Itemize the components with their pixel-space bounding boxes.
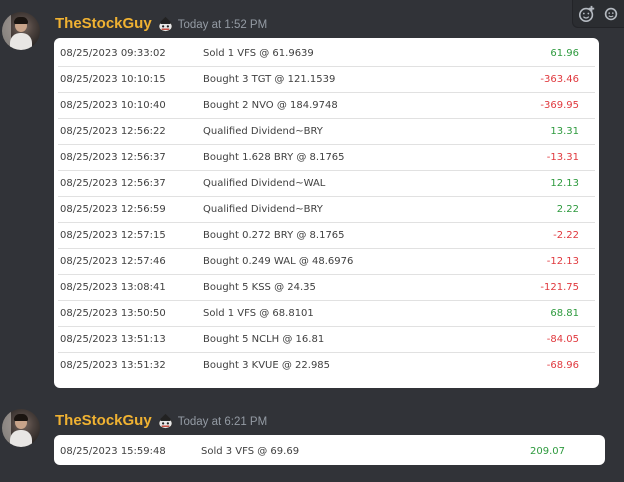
row-date: 08/25/2023 13:50:50 — [60, 308, 166, 319]
table-row: 08/25/2023 13:50:50 Sold 1 VFS @ 68.8101 6… — [58, 300, 595, 326]
row-description: Bought 1.628 BRY @ 8.1765 — [203, 152, 345, 163]
row-description: Bought 5 KSS @ 24.35 — [203, 282, 316, 293]
row-date: 08/25/2023 13:08:41 — [60, 282, 166, 293]
row-amount: 61.96 — [550, 48, 579, 59]
message-header: TheStockGuy Today at 6:21 PM — [55, 411, 267, 430]
role-badge-icon[interactable] — [156, 411, 175, 430]
table-row: 08/25/2023 12:57:46 Bought 0.249 WAL @ 48… — [58, 248, 595, 274]
row-amount: -12.13 — [546, 256, 579, 267]
row-amount: -121.75 — [540, 282, 579, 293]
table-row: 08/25/2023 15:59:48 Sold 3 VFS @ 69.69 209… — [58, 438, 601, 464]
table-row: 08/25/2023 10:10:40 Bought 2 NVO @ 184.97… — [58, 92, 595, 118]
transactions-table: 08/25/2023 15:59:48 Sold 3 VFS @ 69.69 209… — [54, 435, 605, 465]
row-date: 08/25/2023 10:10:40 — [60, 100, 166, 111]
row-date: 08/25/2023 12:56:37 — [60, 178, 166, 189]
row-description: Bought 2 NVO @ 184.9748 — [203, 100, 338, 111]
row-date: 08/25/2023 13:51:32 — [60, 360, 166, 371]
table-row: 08/25/2023 12:56:59 Qualified Dividend~BR… — [58, 196, 595, 222]
table-row: 08/25/2023 12:56:37 Bought 1.628 BRY @ 8.… — [58, 144, 595, 170]
row-date: 08/25/2023 12:56:37 — [60, 152, 166, 163]
table-row: 08/25/2023 12:56:22 Qualified Dividend~BR… — [58, 118, 595, 144]
row-description: Sold 1 VFS @ 61.9639 — [203, 48, 314, 59]
avatar[interactable] — [2, 12, 40, 50]
row-description: Sold 1 VFS @ 68.8101 — [203, 308, 314, 319]
message-timestamp[interactable]: Today at 1:52 PM — [178, 19, 268, 31]
row-amount: -2.22 — [553, 230, 579, 241]
row-description: Qualified Dividend~BRY — [203, 204, 323, 215]
table-row: 08/25/2023 13:51:13 Bought 5 NCLH @ 16.81… — [58, 326, 595, 352]
row-amount: -369.95 — [540, 100, 579, 111]
row-amount: -363.46 — [540, 74, 579, 85]
row-date: 08/25/2023 12:56:22 — [60, 126, 166, 137]
row-description: Bought 0.249 WAL @ 48.6976 — [203, 256, 354, 267]
row-amount: -84.05 — [546, 334, 579, 345]
message-timestamp[interactable]: Today at 6:21 PM — [178, 416, 268, 428]
row-date: 08/25/2023 09:33:02 — [60, 48, 166, 59]
row-date: 08/25/2023 10:10:15 — [60, 74, 166, 85]
table-row: 08/25/2023 10:10:15 Bought 3 TGT @ 121.15… — [58, 66, 595, 92]
row-date: 08/25/2023 13:51:13 — [60, 334, 166, 345]
avatar[interactable] — [2, 409, 40, 447]
table-row: 08/25/2023 13:51:32 Bought 3 KVUE @ 22.98… — [58, 352, 595, 378]
username[interactable]: TheStockGuy — [55, 15, 152, 32]
row-date: 08/25/2023 15:59:48 — [60, 445, 166, 457]
message-header: TheStockGuy Today at 1:52 PM — [55, 14, 267, 33]
row-description: Sold 3 VFS @ 69.69 — [201, 445, 300, 457]
add-reaction-icon[interactable] — [578, 5, 596, 23]
row-description: Bought 0.272 BRY @ 8.1765 — [203, 230, 345, 241]
row-amount: 13.31 — [550, 126, 579, 137]
row-date: 08/25/2023 12:57:15 — [60, 230, 166, 241]
row-amount: 12.13 — [550, 178, 579, 189]
row-amount: -13.31 — [546, 152, 579, 163]
table-row: 08/25/2023 09:33:02 Sold 1 VFS @ 61.9639 6… — [58, 41, 595, 66]
table-row: 08/25/2023 12:57:15 Bought 0.272 BRY @ 8.… — [58, 222, 595, 248]
row-description: Qualified Dividend~WAL — [203, 178, 326, 189]
table-row: 08/25/2023 13:08:41 Bought 5 KSS @ 24.35 -… — [58, 274, 595, 300]
row-description: Bought 5 NCLH @ 16.81 — [203, 334, 325, 345]
username[interactable]: TheStockGuy — [55, 412, 152, 429]
row-date: 08/25/2023 12:56:59 — [60, 204, 166, 215]
row-amount: 68.81 — [550, 308, 579, 319]
row-date: 08/25/2023 12:57:46 — [60, 256, 166, 267]
message-hover-toolbar — [572, 0, 624, 28]
row-description: Bought 3 TGT @ 121.1539 — [203, 74, 336, 85]
table-row: 08/25/2023 12:56:37 Qualified Dividend~WA… — [58, 170, 595, 196]
role-badge-icon[interactable] — [156, 14, 175, 33]
row-amount: 2.22 — [556, 204, 579, 215]
row-description: Bought 3 KVUE @ 22.985 — [203, 360, 331, 371]
row-amount: 209.07 — [530, 445, 565, 457]
row-amount: -68.96 — [546, 360, 579, 371]
more-icon[interactable] — [603, 5, 619, 23]
row-description: Qualified Dividend~BRY — [203, 126, 323, 137]
transactions-table: 08/25/2023 09:33:02 Sold 1 VFS @ 61.9639 6… — [54, 38, 599, 388]
